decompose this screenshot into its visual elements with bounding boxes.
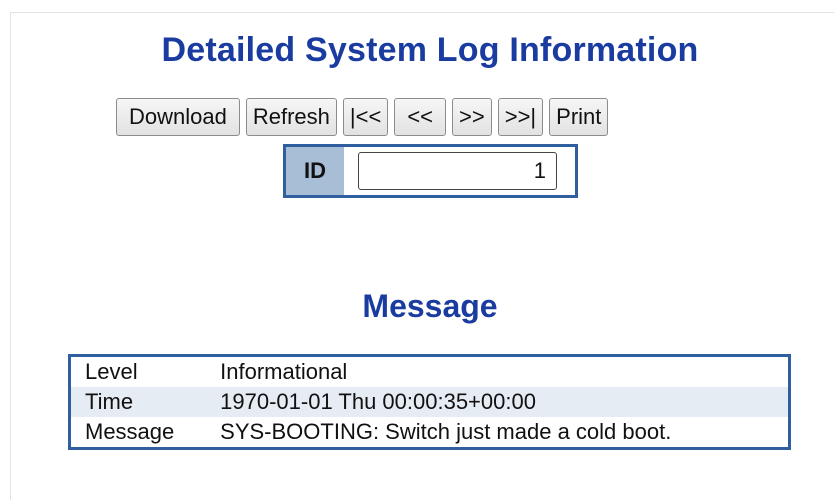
message-value: SYS-BOOTING: Switch just made a cold boo… [220, 419, 672, 444]
last-page-button[interactable]: >>| [497, 98, 544, 136]
time-value: 1970-01-01 Thu 00:00:35+00:00 [220, 389, 536, 414]
level-value: Informational [220, 359, 348, 384]
first-page-button[interactable]: |<< [342, 98, 389, 136]
previous-page-button[interactable]: << [394, 98, 447, 136]
table-row-level: Level Informational [70, 356, 790, 388]
message-table: Level Informational Time 1970-01-01 Thu … [68, 354, 791, 450]
message-key: Message [85, 419, 175, 444]
time-key: Time [85, 389, 134, 414]
id-label: ID [286, 147, 344, 195]
print-button[interactable]: Print [549, 98, 609, 136]
id-input[interactable] [358, 152, 557, 190]
table-row-message: Message SYS-BOOTING: Switch just made a … [70, 417, 790, 449]
next-page-button[interactable]: >> [452, 98, 492, 136]
download-button[interactable]: Download [116, 98, 240, 136]
id-input-cell [344, 147, 575, 195]
id-selector: ID [283, 144, 578, 198]
page-title: Detailed System Log Information [161, 31, 699, 69]
table-row-time: Time 1970-01-01 Thu 00:00:35+00:00 [69, 387, 790, 417]
level-key: Level [85, 359, 138, 384]
refresh-button[interactable]: Refresh [245, 98, 337, 136]
message-section-title: Message [362, 288, 498, 324]
toolbar: Download Refresh |<< << >> >>| Print [116, 98, 609, 136]
